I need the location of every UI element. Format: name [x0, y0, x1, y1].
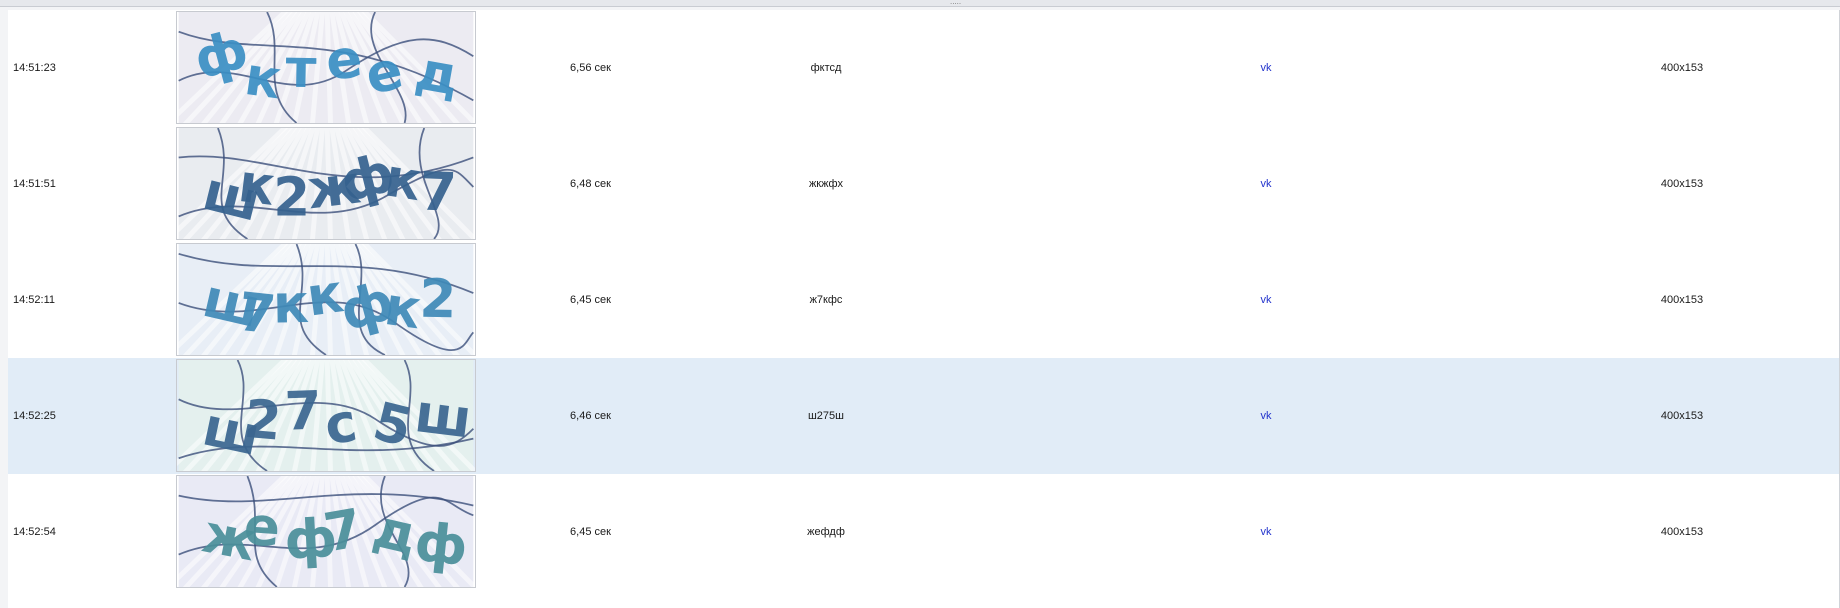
- service-link[interactable]: vk: [1251, 10, 1281, 126]
- service-link[interactable]: vk: [1251, 242, 1281, 358]
- duration-cell: 6,45 сек: [570, 294, 611, 306]
- table-row[interactable]: 14:51:51 шк2жфк7 6,48 сек жкжфх vk 400x1…: [8, 126, 1840, 242]
- captcha-glyph: 7: [284, 379, 323, 442]
- duration-cell: 6,48 сек: [570, 178, 611, 190]
- table-row[interactable]: 14:52:54 жеф7дф 6,45 сек жефдф vk 400x15…: [8, 474, 1840, 590]
- captcha-glyph: 7: [419, 161, 458, 224]
- captcha-graphic: шк2жфк7: [177, 128, 475, 239]
- captcha-glyph: ф: [412, 511, 471, 578]
- time-cell: 14:52:25: [13, 410, 56, 422]
- captcha-glyph: к: [272, 273, 309, 336]
- captcha-graphic: же ф7 дф: [177, 476, 475, 587]
- answer-cell: фктсд: [810, 62, 842, 74]
- time-cell: 14:51:23: [13, 62, 56, 74]
- size-cell: 400x153: [1660, 410, 1704, 422]
- time-cell: 14:52:11: [13, 294, 56, 306]
- answer-cell: жефдф: [807, 526, 845, 538]
- captcha-glyph: 2: [273, 166, 310, 228]
- duration-cell: 6,56 сек: [570, 62, 611, 74]
- captcha-glyph: 2: [242, 388, 284, 453]
- duration-cell: 6,45 сек: [570, 526, 611, 538]
- captcha-glyph: 2: [419, 268, 457, 331]
- captcha-image: фктеед: [176, 11, 476, 124]
- time-cell: 14:51:51: [13, 178, 56, 190]
- captcha-image: ш7ккфк2: [176, 243, 476, 356]
- captcha-glyph: т: [285, 38, 317, 101]
- time-cell: 14:52:54: [13, 526, 56, 538]
- captcha-image: ш27с5ш: [176, 359, 476, 472]
- size-cell: 400x153: [1660, 178, 1704, 190]
- captcha-graphic: ш2 7с 5ш: [177, 360, 475, 471]
- captcha-glyph: е: [242, 495, 282, 559]
- captcha-graphic: ш7ккфк2: [177, 244, 475, 355]
- captcha-graphic: фк т ее д: [177, 12, 475, 123]
- captcha-history-table: 14:51:23 фктеед 6,56 сек фктсд vk 400x15…: [8, 10, 1840, 608]
- size-cell: 400x153: [1660, 62, 1704, 74]
- captcha-image: жеф7дф: [176, 475, 476, 588]
- service-link[interactable]: vk: [1251, 474, 1281, 590]
- service-link[interactable]: vk: [1251, 358, 1281, 474]
- splitter-bar[interactable]: .....: [0, 0, 1840, 7]
- table-row[interactable]: 14:51:23 фктеед 6,56 сек фктсд vk 400x15…: [8, 10, 1840, 126]
- table-row-selected[interactable]: 14:52:25 ш27с5ш 6,46 сек ш275ш vk 400x15…: [8, 358, 1840, 474]
- answer-cell: жкжфх: [808, 178, 844, 190]
- captcha-glyph: к: [235, 152, 278, 218]
- size-cell: 400x153: [1660, 294, 1704, 306]
- size-cell: 400x153: [1660, 526, 1704, 538]
- service-link[interactable]: vk: [1251, 126, 1281, 242]
- answer-cell: ш275ш: [807, 410, 844, 422]
- duration-cell: 6,46 сек: [570, 410, 611, 422]
- answer-cell: ж7кфс: [809, 294, 843, 306]
- captcha-glyph: ш: [412, 382, 475, 450]
- captcha-glyph: е: [323, 27, 365, 92]
- splitter-grip[interactable]: .....: [950, 0, 964, 4]
- table-row[interactable]: 14:52:11 ш7ккфк2 6,45 сек ж7кфс vk 400x1…: [8, 242, 1840, 358]
- captcha-image: шк2жфк7: [176, 127, 476, 240]
